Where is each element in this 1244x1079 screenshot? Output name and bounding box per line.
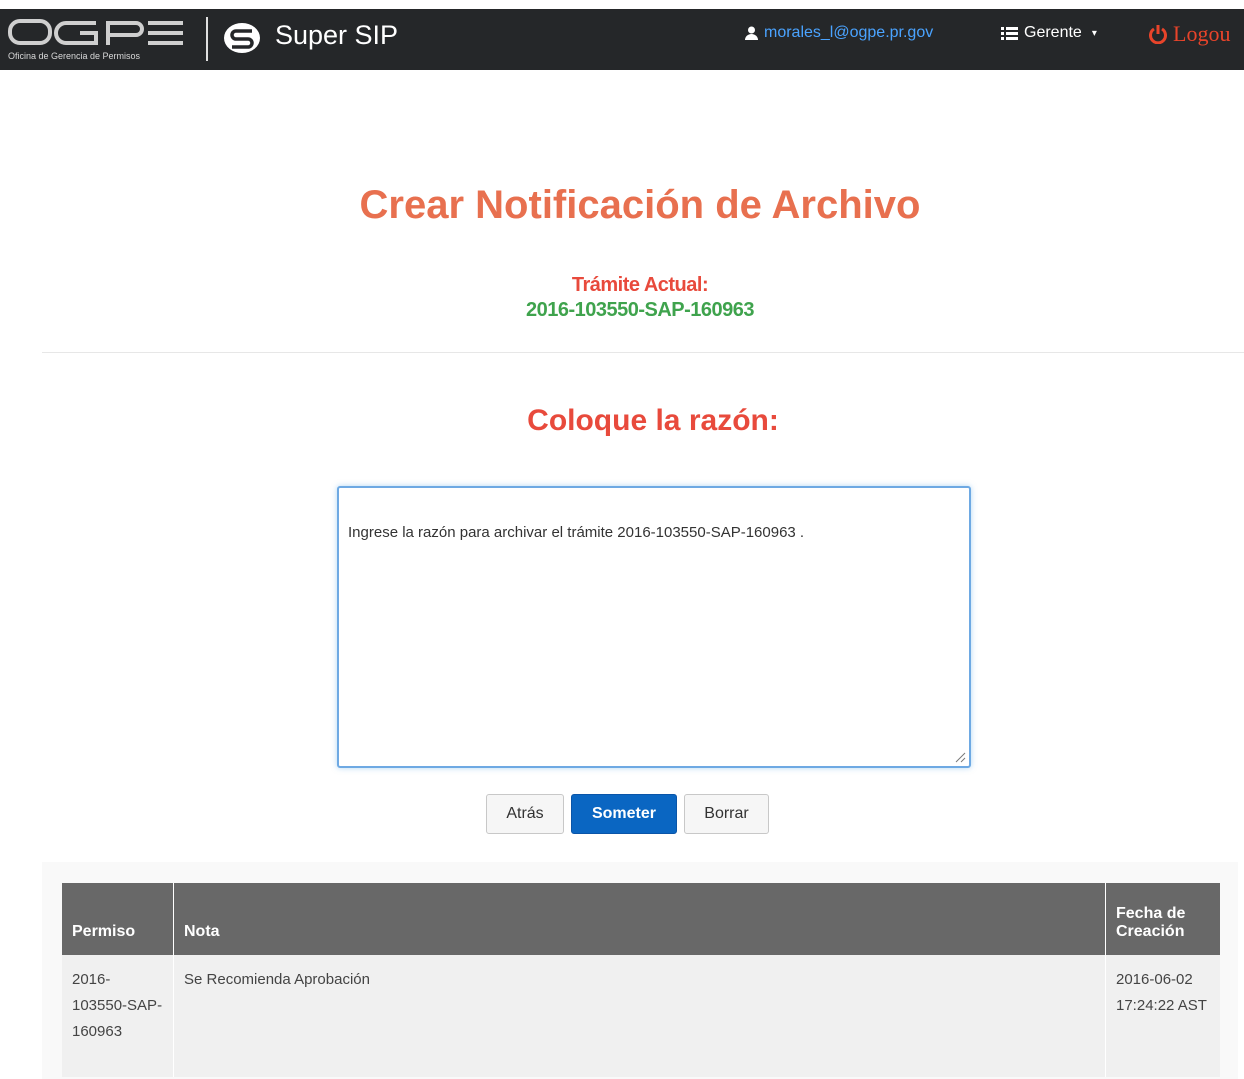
role-label: Gerente (1024, 24, 1082, 41)
navbar: Oficina de Gerencia de Permisos Super SI… (0, 9, 1244, 70)
tramite-value: 2016-103550-SAP-160963 (525, 299, 755, 321)
cell-permiso: 2016-103550-SAP-160963 (62, 955, 174, 1077)
cell-nota: Se Recomienda Aprobación (173, 955, 1106, 1077)
page-title: Crear Notificación de Archivo (359, 183, 921, 227)
clear-button[interactable]: Borrar (684, 794, 769, 834)
reason-text: Ingrese la razón para archivar el trámit… (348, 524, 805, 541)
table-header-row: Permiso Nota Fecha de Creación (62, 883, 1220, 955)
resize-grip-icon[interactable] (954, 751, 966, 763)
header-fecha: Fecha de Creación (1105, 883, 1220, 955)
logout-label: Logou (1173, 21, 1231, 46)
top-strip (0, 0, 1244, 9)
ogpe-logo[interactable]: Oficina de Gerencia de Permisos (8, 15, 188, 63)
submit-button[interactable]: Someter (571, 794, 677, 834)
logo-subtitle: Oficina de Gerencia de Permisos (8, 51, 141, 61)
user-icon (745, 26, 758, 40)
user-menu-link[interactable]: morales_l@ogpe.pr.gov (745, 24, 933, 42)
cell-fecha: 2016-06-02 17:24:22 AST (1105, 955, 1220, 1077)
logout-link[interactable]: Logou (1148, 21, 1230, 47)
role-dropdown[interactable]: Gerente ▾ (1001, 24, 1097, 42)
divider (42, 352, 1244, 353)
reason-textarea[interactable]: Ingrese la razón para archivar el trámit… (337, 486, 971, 768)
back-button[interactable]: Atrás (486, 794, 564, 834)
caret-down-icon: ▾ (1091, 27, 1097, 39)
power-icon (1149, 25, 1167, 44)
brand-separator (206, 17, 208, 61)
header-nota: Nota (173, 883, 1106, 955)
reason-heading: Coloque la razón: (527, 404, 779, 437)
notes-table: Permiso Nota Fecha de Creación 2016-1035… (62, 883, 1220, 1077)
tramite-label: Trámite Actual: (571, 274, 709, 296)
brand-s-icon (224, 23, 260, 53)
header-permiso: Permiso (62, 883, 174, 955)
user-email: morales_l@ogpe.pr.gov (764, 24, 934, 41)
ogpe-logo-mark (8, 19, 183, 45)
list-icon (1001, 26, 1018, 40)
brand-name[interactable]: Super SIP (275, 20, 398, 51)
table-row: 2016-103550-SAP-160963 Se Recomienda Apr… (62, 955, 1220, 1077)
